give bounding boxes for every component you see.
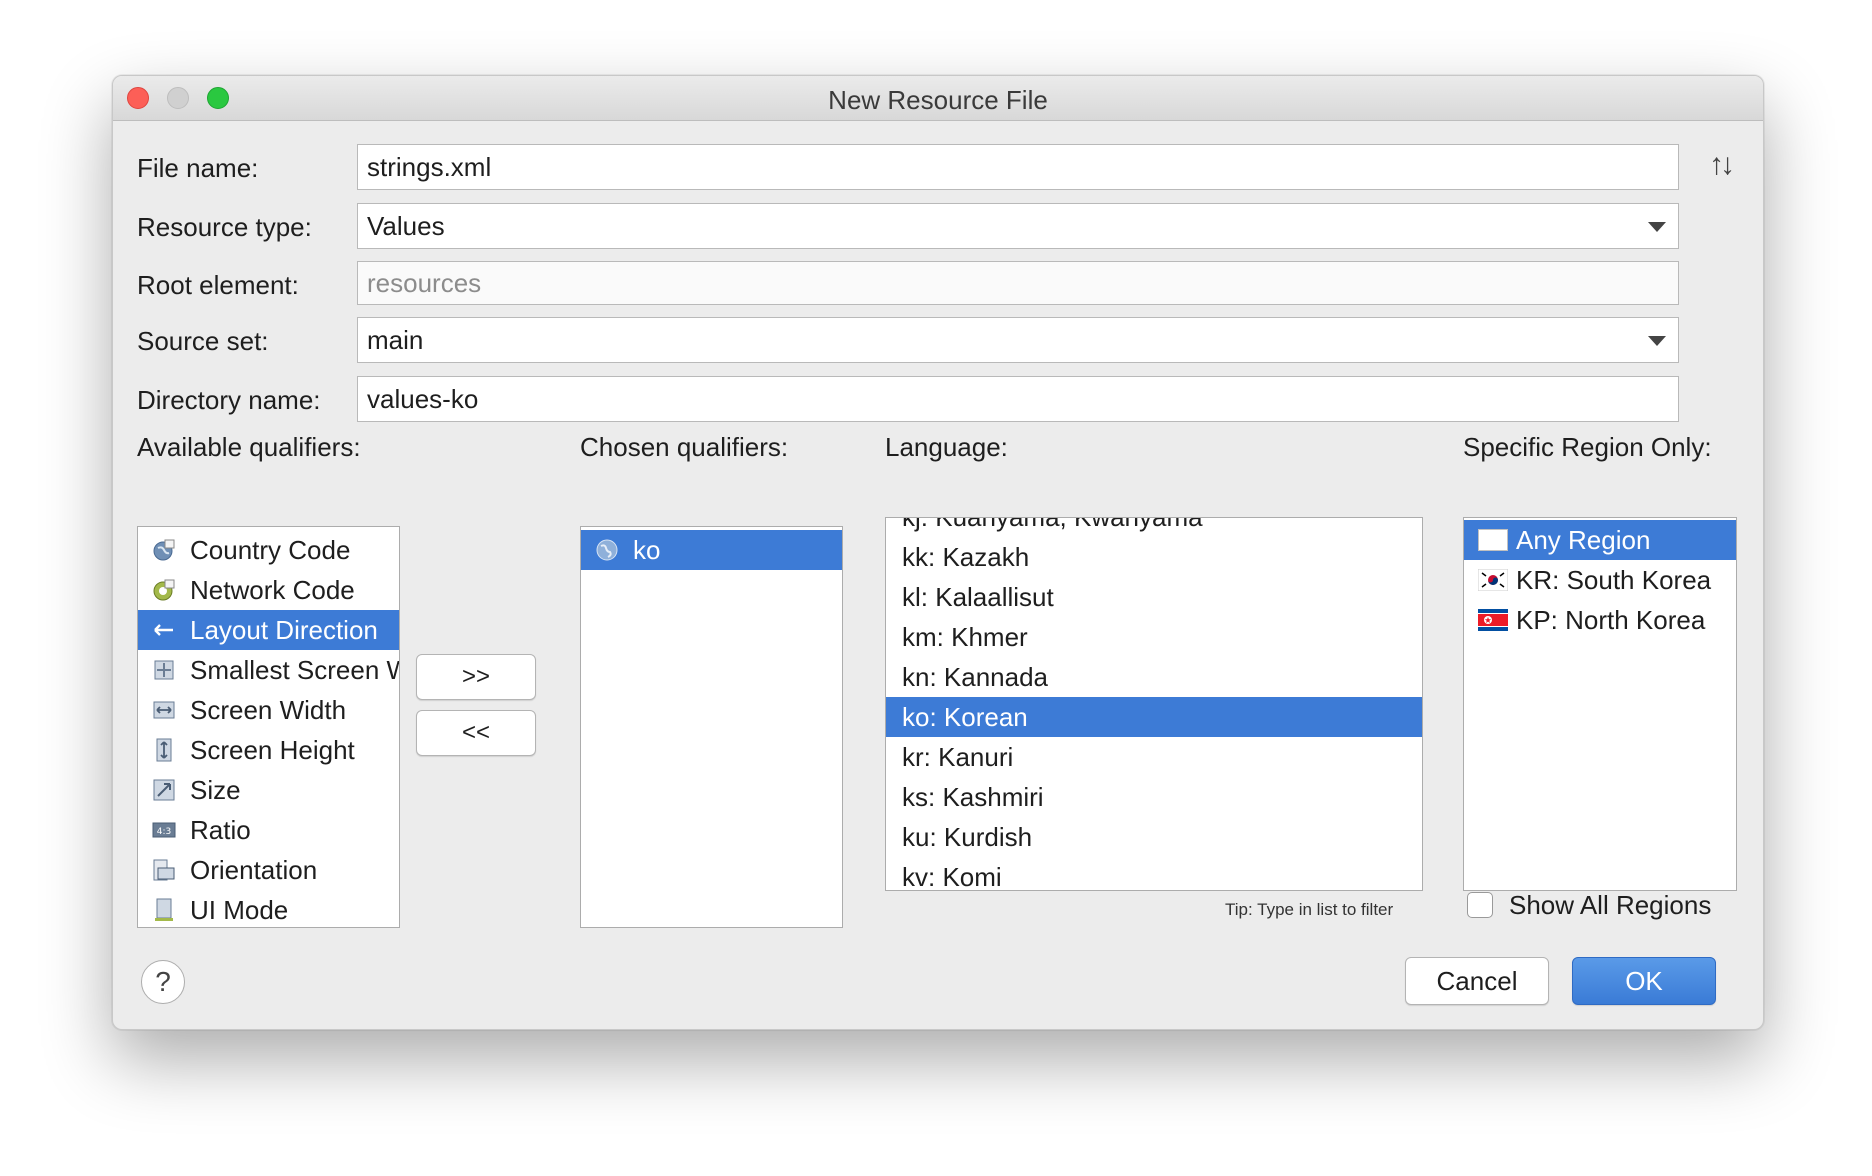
add-qualifier-button[interactable]: >> — [416, 654, 536, 700]
list-item-label: Orientation — [190, 855, 318, 885]
root-element-input: resources — [357, 261, 1679, 305]
list-item-label: Network Code — [190, 575, 355, 605]
ok-button[interactable]: OK — [1572, 957, 1716, 1005]
list-item[interactable]: 4:3 Ratio — [138, 810, 399, 850]
language-list[interactable]: kj: Kuanyama, Kwanyama kk: Kazakh kl: Ka… — [885, 517, 1423, 891]
region-list[interactable]: Any Region KR: South Korea KP: North Kor… — [1463, 517, 1737, 891]
resource-type-dropdown[interactable]: Values — [357, 203, 1679, 249]
list-item-label: UI Mode — [190, 895, 289, 925]
list-item[interactable]: ko: Korean — [886, 697, 1422, 737]
chevron-down-icon — [1648, 222, 1666, 232]
list-item[interactable]: kv: Komi — [886, 857, 1422, 890]
sort-icon[interactable]: ↑↓ — [1709, 148, 1735, 182]
svg-text:4:3: 4:3 — [157, 827, 171, 837]
chosen-qualifiers-label: Chosen qualifiers: — [580, 432, 789, 462]
list-item[interactable]: Size — [138, 770, 399, 810]
available-qualifiers-list[interactable]: Country Code Network Code Layout Directi… — [137, 526, 400, 928]
chosen-qualifiers-list[interactable]: ko — [580, 526, 843, 928]
blank-flag-icon — [1478, 529, 1508, 551]
list-item-label: Screen Width — [190, 695, 347, 725]
screen-height-icon — [156, 738, 172, 762]
ratio-icon: 4:3 — [152, 822, 176, 838]
resource-type-label: Resource type: — [137, 212, 312, 242]
new-resource-file-dialog: New Resource File File name: strings.xml… — [112, 75, 1764, 1030]
file-name-label: File name: — [137, 153, 259, 183]
list-item[interactable]: KR: South Korea — [1464, 560, 1736, 600]
list-item[interactable]: kr: Kanuri — [886, 737, 1422, 777]
help-button[interactable]: ? — [141, 960, 185, 1004]
ui-mode-icon — [155, 898, 173, 921]
list-item-label: KP: North Korea — [1516, 605, 1706, 635]
south-korea-flag-icon — [1478, 569, 1508, 591]
list-item[interactable]: Network Code — [138, 570, 399, 610]
show-all-regions-label: Show All Regions — [1509, 890, 1712, 920]
list-item[interactable]: KP: North Korea — [1464, 600, 1736, 640]
globe-icon — [596, 539, 618, 561]
list-item[interactable]: km: Khmer — [886, 617, 1422, 657]
north-korea-flag-icon — [1478, 609, 1508, 631]
list-item[interactable]: kj: Kuanyama, Kwanyama — [886, 518, 1422, 537]
window-title: New Resource File — [828, 85, 1048, 115]
list-item[interactable]: ku: Kurdish — [886, 817, 1422, 857]
source-set-value: main — [367, 325, 424, 355]
list-item-label: Layout Direction — [190, 615, 378, 645]
show-all-regions-checkbox[interactable] — [1467, 892, 1493, 918]
list-item-label: Size — [190, 775, 241, 805]
list-item-label: Any Region — [1516, 525, 1651, 555]
list-item[interactable]: ks: Kashmiri — [886, 777, 1422, 817]
root-element-label: Root element: — [137, 270, 299, 300]
network-code-icon — [153, 579, 175, 601]
specific-region-label: Specific Region Only: — [1463, 432, 1712, 462]
language-label: Language: — [885, 432, 1008, 462]
list-item-label: Smallest Screen Width — [190, 655, 399, 685]
layout-direction-icon — [154, 624, 173, 636]
available-qualifiers-label: Available qualifiers: — [137, 432, 361, 462]
list-item[interactable]: ko — [581, 530, 842, 570]
smallest-screen-icon — [154, 660, 174, 680]
list-item[interactable]: Country Code — [138, 530, 399, 570]
list-item-label: KR: South Korea — [1516, 565, 1712, 595]
list-item[interactable]: Smallest Screen Width — [138, 650, 399, 690]
remove-qualifier-button[interactable]: << — [416, 710, 536, 756]
list-item[interactable]: Layout Direction — [138, 610, 399, 650]
directory-name-input[interactable]: values-ko — [357, 376, 1679, 422]
orientation-icon — [153, 859, 175, 881]
list-item[interactable]: kk: Kazakh — [886, 537, 1422, 577]
list-item[interactable]: kl: Kalaallisut — [886, 577, 1422, 617]
source-set-dropdown[interactable]: main — [357, 317, 1679, 363]
filter-tip: Tip: Type in list to filter — [1225, 900, 1394, 919]
list-item-label: ko — [633, 535, 661, 565]
file-name-input[interactable]: strings.xml — [357, 144, 1679, 190]
source-set-label: Source set: — [137, 326, 269, 356]
list-item[interactable]: kn: Kannada — [886, 657, 1422, 697]
screen-width-icon — [153, 701, 175, 719]
list-item[interactable]: UI Mode — [138, 890, 399, 927]
chevron-down-icon — [1648, 336, 1666, 346]
list-item[interactable]: Orientation — [138, 850, 399, 890]
list-item[interactable]: Screen Width — [138, 690, 399, 730]
list-item-label: Ratio — [190, 815, 251, 845]
resource-type-value: Values — [367, 211, 445, 241]
list-item[interactable]: Any Region — [1464, 520, 1736, 560]
title-bar: New Resource File — [113, 76, 1763, 121]
country-code-icon — [153, 539, 175, 561]
cancel-button[interactable]: Cancel — [1405, 957, 1549, 1005]
directory-name-label: Directory name: — [137, 385, 321, 415]
list-item-label: Country Code — [190, 535, 351, 565]
list-item-label: Screen Height — [190, 735, 355, 765]
size-icon — [153, 779, 175, 801]
list-item[interactable]: Screen Height — [138, 730, 399, 770]
